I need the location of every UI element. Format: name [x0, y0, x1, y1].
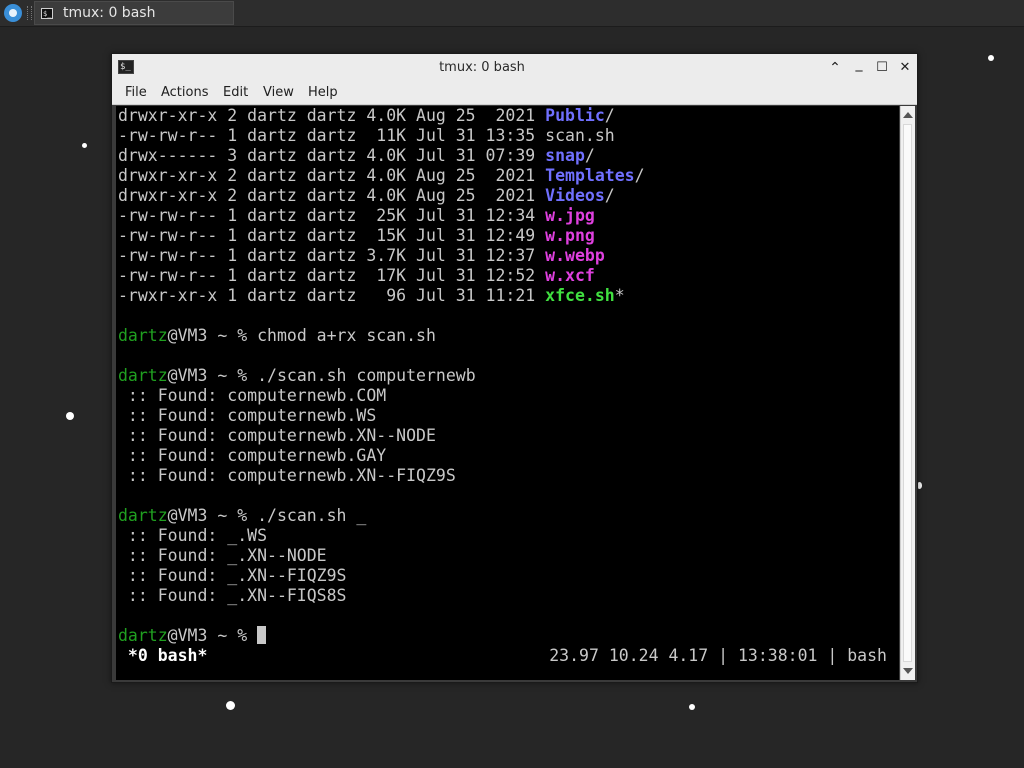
filename: snap	[545, 146, 585, 165]
terminal-output[interactable]: drwxr-xr-x 2 dartz dartz 4.0K Aug 25 202…	[116, 106, 899, 680]
output-line: :: Found: _.XN--FIQZ9S	[118, 566, 347, 585]
terminal-icon: $_	[41, 8, 53, 19]
menu-help[interactable]: Help	[308, 85, 338, 100]
desktop-star	[82, 143, 87, 148]
prompt-user: dartz	[118, 366, 168, 385]
output-line: :: Found: _.WS	[118, 526, 268, 545]
filename: Templates	[545, 166, 635, 185]
minimize-icon[interactable]: _	[850, 55, 868, 73]
filename: Videos	[545, 186, 605, 205]
output-line: :: Found: _.XN--FIQS8S	[118, 586, 347, 605]
menu-edit[interactable]: Edit	[223, 85, 248, 100]
output-line: :: Found: computernewb.WS	[118, 406, 377, 425]
desktop-star	[66, 412, 74, 420]
prompt-line: dartz@VM3 ~ % chmod a+rx scan.sh	[118, 326, 436, 345]
listing-row: drwx------ 3 dartz dartz 4.0K Jul 31 07:…	[118, 146, 595, 165]
command-text: ./scan.sh _	[257, 506, 367, 525]
menu-view[interactable]: View	[263, 85, 294, 100]
filename: w.jpg	[545, 206, 595, 225]
prompt-line: dartz@VM3 ~ % ./scan.sh _	[118, 506, 367, 525]
tmux-status-right: 23.97 10.24 4.17 | 13:38:01 | bash	[549, 646, 887, 665]
desktop-star	[689, 704, 695, 710]
desktop-star	[988, 55, 994, 61]
output-line: :: Found: computernewb.XN--FIQZ9S	[118, 466, 456, 485]
window-titlebar[interactable]: $_ tmux: 0 bash ⌃ _ ☐ ✕	[112, 54, 917, 82]
scroll-up-arrow-icon[interactable]	[903, 112, 913, 118]
listing-row: drwxr-xr-x 2 dartz dartz 4.0K Aug 25 202…	[118, 166, 645, 185]
prompt-line: dartz@VM3 ~ %	[118, 626, 267, 646]
listing-row: -rw-rw-r-- 1 dartz dartz 3.7K Jul 31 12:…	[118, 246, 605, 265]
filename: scan.sh	[545, 126, 615, 145]
filename: w.webp	[545, 246, 605, 265]
menu-file[interactable]: File	[125, 85, 147, 100]
xfce-menu-icon[interactable]	[4, 4, 22, 22]
menubar: File Actions Edit View Help	[112, 82, 917, 105]
listing-row: -rw-rw-r-- 1 dartz dartz 11K Jul 31 13:3…	[118, 126, 615, 145]
text-cursor	[257, 626, 267, 644]
panel-grip[interactable]	[27, 6, 32, 20]
prompt-user: dartz	[118, 506, 168, 525]
taskbar: $_ tmux: 0 bash	[0, 0, 1024, 27]
filename: w.xcf	[545, 266, 595, 285]
scroll-down-arrow-icon[interactable]	[903, 668, 913, 674]
filename: xfce.sh	[545, 286, 615, 305]
shade-icon[interactable]: ⌃	[826, 59, 844, 77]
prompt-user: dartz	[118, 326, 168, 345]
taskbar-button-tmux[interactable]: $_ tmux: 0 bash	[34, 1, 234, 25]
menu-actions[interactable]: Actions	[161, 85, 209, 100]
terminal-window: $_ tmux: 0 bash ⌃ _ ☐ ✕ File Actions Edi…	[111, 53, 918, 683]
listing-row: drwxr-xr-x 2 dartz dartz 4.0K Aug 25 202…	[118, 186, 615, 205]
output-line: :: Found: computernewb.COM	[118, 386, 387, 405]
prompt-line: dartz@VM3 ~ % ./scan.sh computernewb	[118, 366, 476, 385]
filename: Public	[545, 106, 605, 125]
scrollbar-thumb[interactable]	[903, 124, 912, 662]
close-icon[interactable]: ✕	[896, 59, 914, 77]
output-line: :: Found: _.XN--NODE	[118, 546, 327, 565]
command-text: chmod a+rx scan.sh	[257, 326, 436, 345]
listing-row: -rw-rw-r-- 1 dartz dartz 15K Jul 31 12:4…	[118, 226, 595, 245]
listing-row: drwxr-xr-x 2 dartz dartz 4.0K Aug 25 202…	[118, 106, 615, 125]
taskbar-button-label: tmux: 0 bash	[63, 5, 156, 21]
scrollbar[interactable]	[900, 106, 915, 680]
desktop-star	[226, 701, 235, 710]
filename: w.png	[545, 226, 595, 245]
output-line: :: Found: computernewb.XN--NODE	[118, 426, 436, 445]
maximize-icon[interactable]: ☐	[873, 59, 891, 77]
tmux-window-tab[interactable]: *0 bash*	[118, 646, 207, 666]
output-line: :: Found: computernewb.GAY	[118, 446, 387, 465]
prompt-user: dartz	[118, 626, 168, 645]
listing-row: -rw-rw-r-- 1 dartz dartz 25K Jul 31 12:3…	[118, 206, 595, 225]
listing-row: -rwxr-xr-x 1 dartz dartz 96 Jul 31 11:21…	[118, 286, 625, 305]
listing-row: -rw-rw-r-- 1 dartz dartz 17K Jul 31 12:5…	[118, 266, 595, 285]
window-title: tmux: 0 bash	[439, 60, 525, 75]
command-text: ./scan.sh computernewb	[257, 366, 476, 385]
